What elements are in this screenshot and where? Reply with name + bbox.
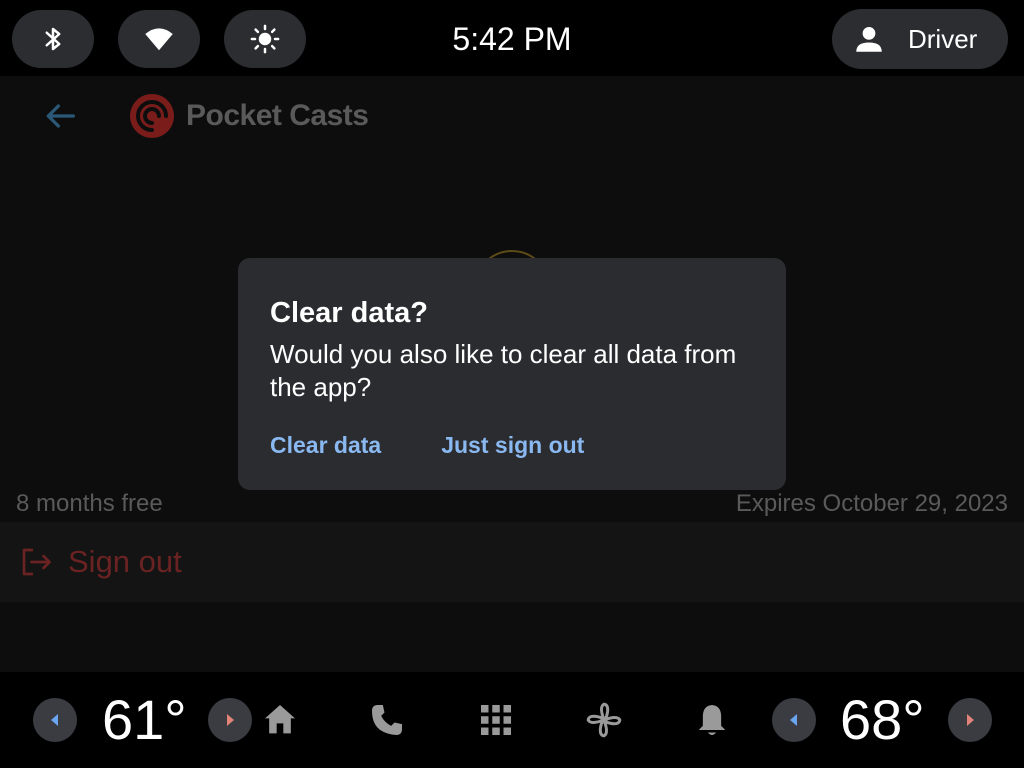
home-icon (265, 705, 295, 734)
left-arrow-icon (790, 714, 797, 726)
fan-icon (586, 702, 622, 738)
status-bar: 5:42 PM Driver (0, 0, 1024, 76)
profile-name: Driver (908, 23, 978, 54)
right-arrow-icon (227, 714, 234, 726)
back-arrow-icon (46, 104, 76, 128)
brand-name: Pocket Casts (186, 99, 369, 132)
just-sign-out-button[interactable]: Just sign out (441, 432, 584, 459)
right-temp-increase-button[interactable] (948, 698, 992, 742)
phone-button[interactable] (367, 700, 407, 740)
clear-data-button[interactable]: Clear data (270, 432, 381, 459)
brand: Pocket Casts (128, 92, 369, 140)
clock: 5:42 PM (452, 21, 572, 57)
logout-icon (22, 548, 51, 576)
signout-label: Sign out (68, 544, 182, 579)
phone-icon (372, 705, 402, 735)
notifications-button[interactable] (692, 700, 732, 740)
dialog-actions: Clear data Just sign out (270, 432, 644, 459)
person-icon (856, 26, 882, 52)
home-button[interactable] (260, 700, 300, 740)
app-header: Pocket Casts (0, 76, 1024, 156)
apps-button[interactable] (476, 700, 516, 740)
wifi-button[interactable] (118, 10, 200, 68)
expiry-label: Expires October 29, 2023 (735, 490, 1008, 517)
right-temperature[interactable]: 68° (840, 690, 925, 750)
profile-button[interactable]: Driver (832, 9, 1008, 69)
dialog-title: Clear data? (270, 297, 428, 329)
left-temperature[interactable]: 61° (102, 690, 187, 750)
brightness-button[interactable] (224, 10, 306, 68)
right-arrow-icon (967, 714, 974, 726)
bell-icon (698, 705, 726, 735)
brightness-icon (250, 24, 280, 54)
plan-row: 8 months free Expires October 29, 2023 (0, 486, 1024, 522)
dialog-body: Would you also like to clear all data fr… (270, 339, 737, 402)
apps-grid-icon (481, 705, 511, 735)
clear-data-dialog: Clear data? Would you also like to clear… (238, 258, 786, 490)
left-arrow-icon (51, 714, 58, 726)
left-temp-increase-button[interactable] (208, 698, 252, 742)
bluetooth-button[interactable] (12, 10, 94, 68)
signout-row[interactable]: Sign out (0, 522, 1024, 602)
plan-label: 8 months free (16, 490, 163, 517)
back-button[interactable] (40, 96, 80, 136)
bluetooth-icon (45, 27, 61, 51)
bottom-bar: 61° 68° (0, 672, 1024, 768)
pocket-casts-logo-icon (130, 94, 174, 138)
left-temp-decrease-button[interactable] (33, 698, 77, 742)
right-temp-decrease-button[interactable] (772, 698, 816, 742)
fan-button[interactable] (584, 700, 624, 740)
wifi-icon (145, 28, 173, 51)
